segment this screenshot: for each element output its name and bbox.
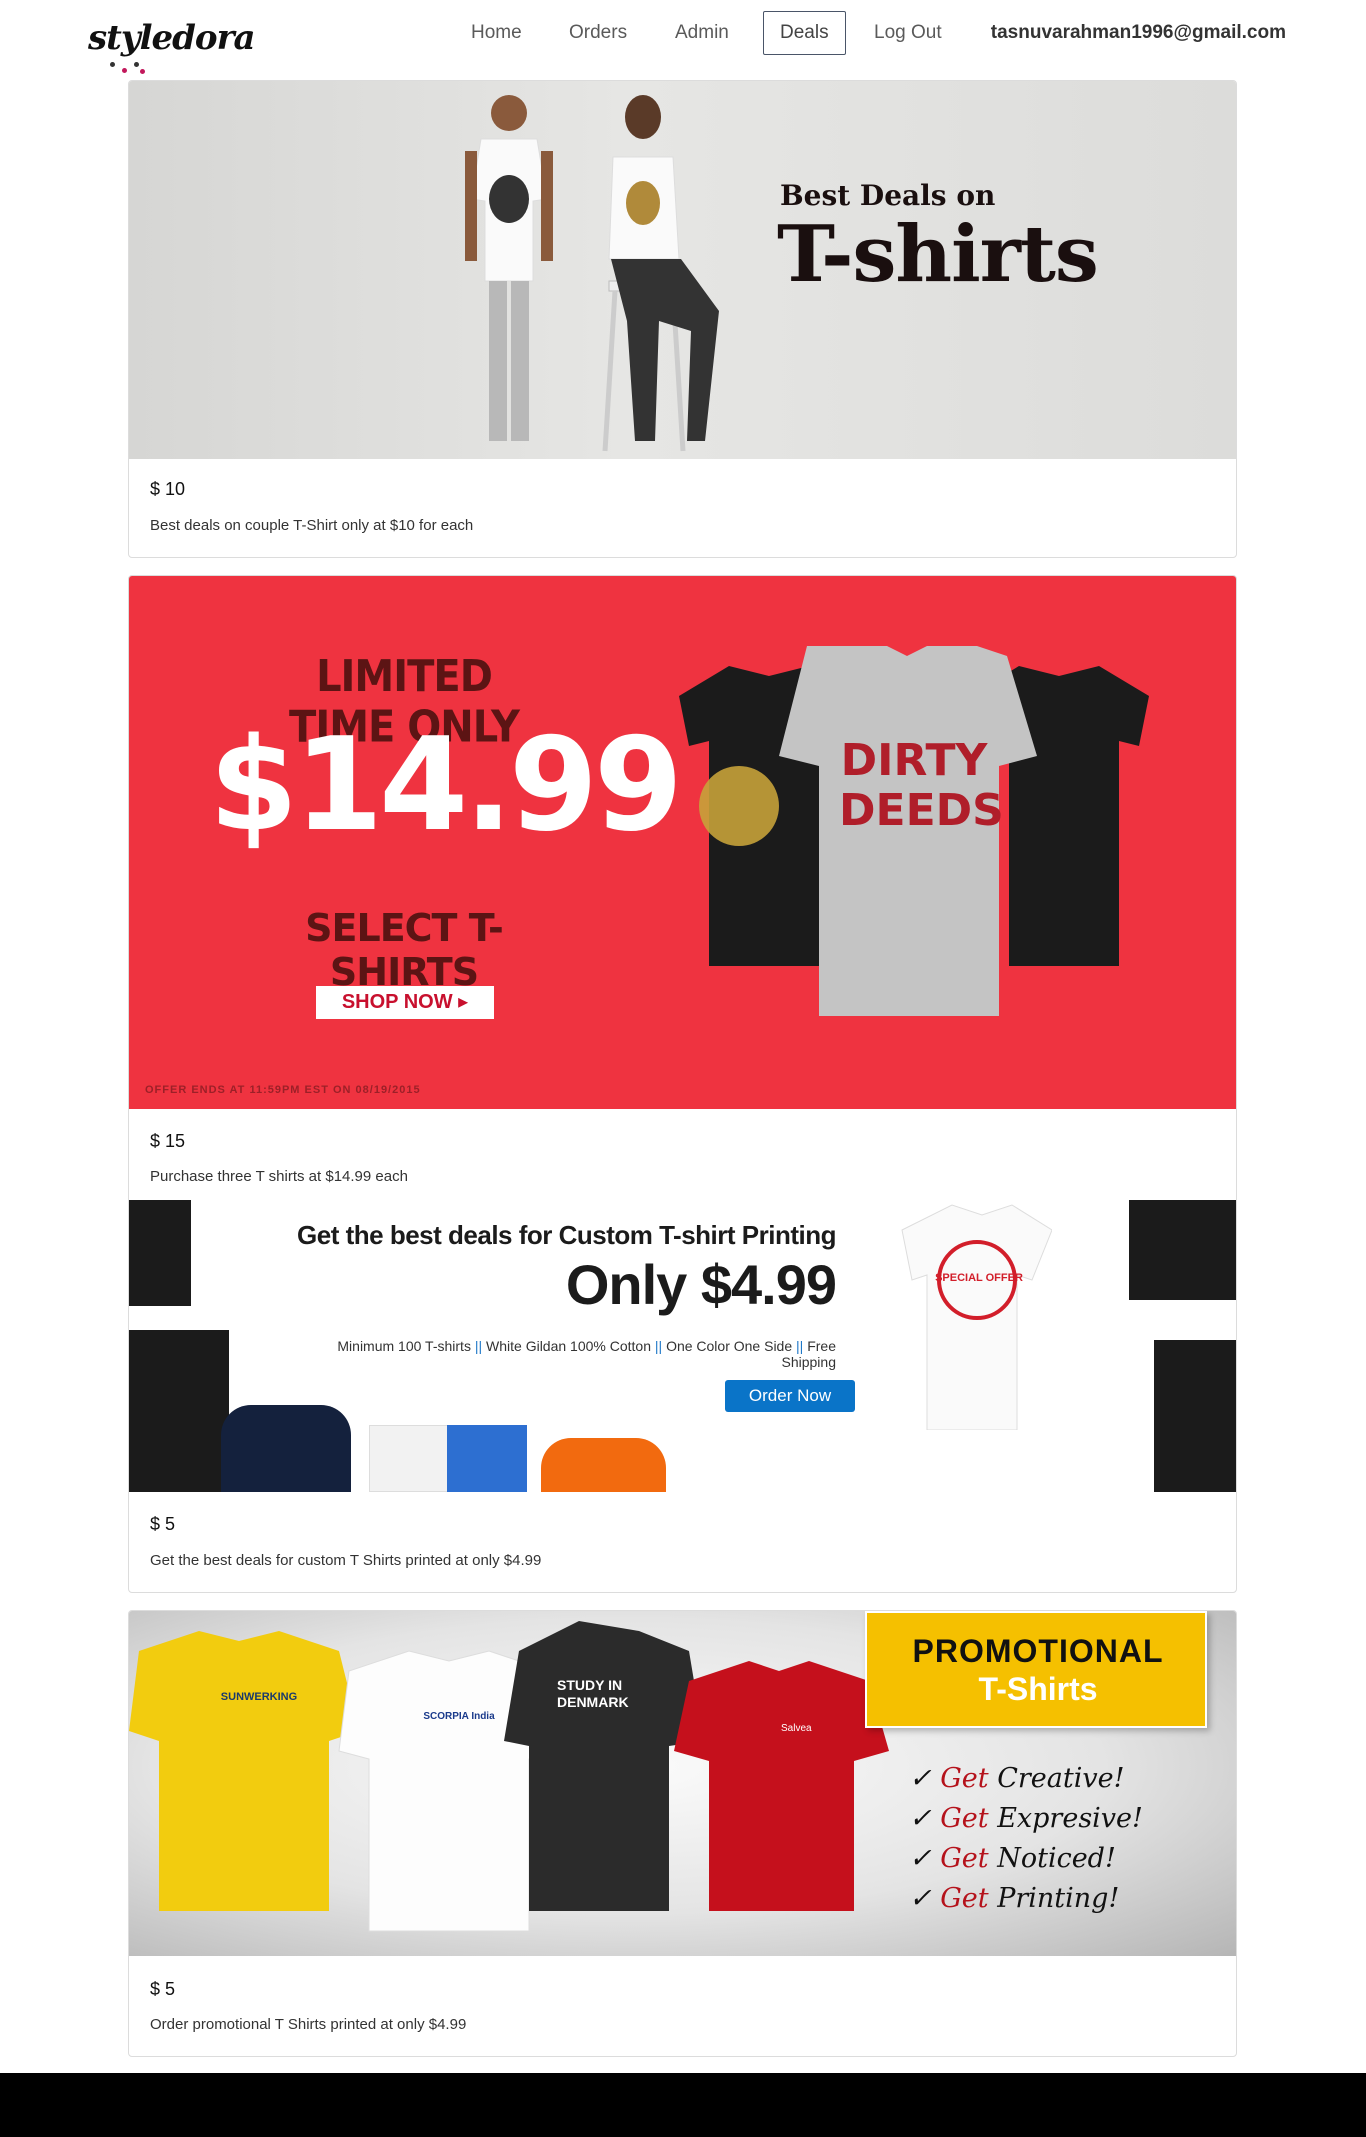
couple-models-illustration <box>465 95 719 452</box>
shirt-thumb <box>1129 1200 1236 1300</box>
shirt-thumb <box>541 1438 666 1492</box>
nav-logout[interactable]: Log Out <box>858 11 958 55</box>
order-now-button[interactable]: Order Now <box>725 1380 855 1412</box>
shirt-thumb <box>447 1425 527 1492</box>
deal-price: $ 10 <box>150 479 186 499</box>
deal-price: $ 5 <box>150 1514 176 1534</box>
banner-heading: Best Deals on <box>780 179 996 212</box>
checkmark-icon: ✓ <box>909 1883 941 1914</box>
shop-now-button[interactable]: SHOP NOW ▸ <box>316 986 494 1019</box>
shirt-thumb <box>221 1405 351 1492</box>
deal-banner-limited-time: LIMITED TIME ONLY $14.99 SELECT T-SHIRTS… <box>129 576 1236 1109</box>
shirt-label: SCORPIA India <box>423 1711 495 1722</box>
banner-price: Only $4.99 <box>565 1253 837 1316</box>
promo-tagline: ✓ Get Printing! <box>909 1883 1120 1914</box>
checkmark-icon: ✓ <box>909 1843 941 1874</box>
logo-dot <box>110 62 115 67</box>
banner-subheading: T-Shirts <box>978 1671 1098 1707</box>
shirt-thumb <box>369 1425 449 1492</box>
top-navbar: styledora Home Orders Admin Deals Log Ou… <box>0 0 1366 74</box>
spec-separator: || <box>654 1338 667 1354</box>
banner-price: $14.99 <box>209 711 683 860</box>
banner-subheading: T-shirts <box>777 209 1099 300</box>
banner-specs: Minimum 100 T-shirts || White Gildan 100… <box>284 1338 836 1370</box>
shirt-thumb <box>1154 1340 1236 1492</box>
spec-item: Minimum 100 T-shirts <box>337 1338 471 1354</box>
deal-card: SUNWERKING SCORPIA India STUDY IN DENMAR… <box>128 1610 1237 2057</box>
shirt-thumb <box>129 1200 191 1306</box>
spec-item: One Color One Side <box>666 1338 793 1354</box>
logo-wordmark: styledora <box>88 18 256 58</box>
deal-banner-custom-printing: SPECIAL OFFER Get the best deals for Cus… <box>129 1200 1236 1492</box>
deal-price: $ 15 <box>150 1131 186 1151</box>
user-email: tasnuvarahman1996@gmail.com <box>990 22 1286 43</box>
footer-bar <box>0 2073 1366 2137</box>
deal-banner-couple-tshirts: Best Deals on T-shirts <box>129 81 1236 459</box>
spec-item: White Gildan 100% Cotton <box>486 1338 651 1354</box>
logo-dot <box>140 69 145 74</box>
shirt-label: Salvea <box>781 1723 812 1734</box>
logo-dot <box>122 68 127 73</box>
nav-orders[interactable]: Orders <box>553 11 643 55</box>
banner-subheading: SELECT T-SHIRTS <box>305 906 504 994</box>
nav-deals[interactable]: Deals <box>763 11 846 55</box>
deal-card: LIMITED TIME ONLY $14.99 SELECT T-SHIRTS… <box>128 575 1237 1593</box>
shirt-text: DIRTY DEEDS <box>839 735 1004 836</box>
logo-dot <box>134 62 139 67</box>
nav-admin[interactable]: Admin <box>659 11 745 55</box>
promotional-tshirts-illustration <box>129 1621 889 1932</box>
checkmark-icon: ✓ <box>909 1763 941 1794</box>
special-offer-tshirt-illustration <box>901 1204 1052 1430</box>
special-offer-stamp: SPECIAL OFFER <box>935 1272 1023 1284</box>
styledora-logo[interactable]: styledora <box>88 14 256 74</box>
promo-tagline: ✓ Get Expresive! <box>909 1803 1143 1834</box>
nav-home[interactable]: Home <box>455 11 538 55</box>
deal-card: Best Deals on T-shirts $ 10 Best deals o… <box>128 80 1237 558</box>
shirt-label: SUNWERKING <box>220 1691 298 1703</box>
banner-heading: Get the best deals for Custom T-shirt Pr… <box>297 1220 836 1250</box>
shirt-thumb <box>129 1330 229 1492</box>
promotional-heading-box: PROMOTIONAL T-Shirts <box>865 1611 1207 1728</box>
deal-banner-promotional: SUNWERKING SCORPIA India STUDY IN DENMAR… <box>129 1611 1236 1956</box>
deal-description: Purchase three T shirts at $14.99 each <box>150 1168 408 1185</box>
spec-separator: || <box>474 1338 487 1354</box>
spec-separator: || <box>796 1338 808 1354</box>
banner-heading: PROMOTIONAL <box>912 1633 1164 1669</box>
promo-tagline: ✓ Get Noticed! <box>909 1843 1116 1874</box>
promo-tagline: ✓ Get Creative! <box>909 1763 1125 1794</box>
deal-description: Get the best deals for custom T Shirts p… <box>150 1552 542 1569</box>
deal-price: $ 5 <box>150 1979 176 1999</box>
deal-description: Order promotional T Shirts printed at on… <box>150 2016 467 2033</box>
checkmark-icon: ✓ <box>909 1803 941 1834</box>
tshirts-illustration <box>679 646 1149 1016</box>
offer-fine-print: OFFER ENDS AT 11:59PM EST ON 08/19/2015 <box>145 1084 421 1096</box>
deal-description: Best deals on couple T-Shirt only at $10… <box>150 517 474 534</box>
shirt-label: STUDY IN DENMARK <box>557 1677 629 1710</box>
